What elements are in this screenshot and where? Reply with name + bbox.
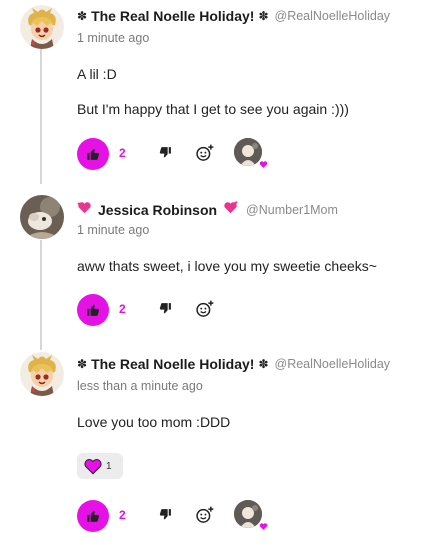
timestamp: 1 minute ago [77, 223, 150, 237]
comment-header: Jessica Robinson @Number1Mom [77, 200, 338, 220]
comment-text-line: aww thats sweet, i love you my sweetie c… [77, 258, 377, 274]
avatar[interactable] [20, 352, 64, 396]
like-button[interactable] [77, 294, 109, 326]
reaction-pill[interactable]: 1 [77, 453, 123, 479]
comment-text-line: Love you too mom :DDD [77, 414, 231, 430]
comment-actions: 2 [77, 138, 297, 170]
author-name[interactable]: Jessica Robinson [98, 202, 217, 218]
comment-text-line: But I'm happy that I get to see you agai… [77, 101, 349, 117]
author-handle[interactable]: @Number1Mom [246, 203, 338, 217]
avatar [234, 500, 262, 528]
thumbs-down-icon [159, 303, 171, 314]
comment-actions: 2 [77, 294, 297, 326]
like-count: 2 [119, 302, 126, 316]
dislike-button[interactable] [159, 146, 172, 164]
flower-icon: ✽ [77, 9, 88, 23]
flower-icon: ✽ [77, 357, 88, 371]
author-handle[interactable]: @RealNoelleHoliday [275, 9, 391, 23]
add-reaction-button[interactable] [195, 143, 215, 168]
flower-icon: ✽ [258, 9, 269, 23]
timestamp: less than a minute ago [77, 379, 203, 393]
reactor-avatar[interactable] [234, 138, 274, 172]
timestamp: 1 minute ago [77, 31, 150, 45]
add-reaction-button[interactable] [195, 299, 215, 324]
like-count: 2 [119, 508, 126, 522]
thumbs-up-icon [87, 510, 100, 522]
add-reaction-icon [196, 506, 214, 523]
thumbs-down-icon [159, 147, 171, 158]
thumbs-up-icon [87, 148, 100, 160]
add-reaction-icon [196, 144, 214, 161]
reactor-avatar[interactable] [234, 500, 274, 534]
heart-icon [84, 459, 102, 475]
like-count: 2 [119, 146, 126, 160]
author-handle[interactable]: @RealNoelleHoliday [275, 357, 391, 371]
thumbs-up-icon [87, 304, 100, 316]
dislike-button[interactable] [159, 508, 172, 526]
thread-line [40, 240, 42, 350]
comment-header: ✽ The Real Noelle Holiday! ✽ @RealNoelle… [77, 356, 390, 372]
sparkling-heart-icon [77, 200, 92, 220]
comment-actions: 2 [77, 500, 297, 532]
thread-line [40, 48, 42, 184]
avatar[interactable] [20, 195, 64, 239]
heart-icon [259, 156, 268, 174]
like-button[interactable] [77, 138, 109, 170]
heart-icon [259, 518, 268, 536]
reaction-count: 1 [106, 460, 112, 472]
dislike-button[interactable] [159, 302, 172, 320]
like-button[interactable] [77, 500, 109, 532]
avatar[interactable] [20, 5, 64, 49]
author-name[interactable]: The Real Noelle Holiday! [91, 356, 254, 372]
add-reaction-icon [196, 300, 214, 317]
flower-icon: ✽ [258, 357, 269, 371]
thumbs-down-icon [159, 509, 171, 520]
add-reaction-button[interactable] [195, 505, 215, 530]
comment-text-line: A lil :D [77, 66, 117, 82]
avatar [234, 138, 262, 166]
author-name[interactable]: The Real Noelle Holiday! [91, 8, 254, 24]
comment-header: ✽ The Real Noelle Holiday! ✽ @RealNoelle… [77, 8, 390, 24]
sparkling-heart-icon [223, 200, 239, 220]
